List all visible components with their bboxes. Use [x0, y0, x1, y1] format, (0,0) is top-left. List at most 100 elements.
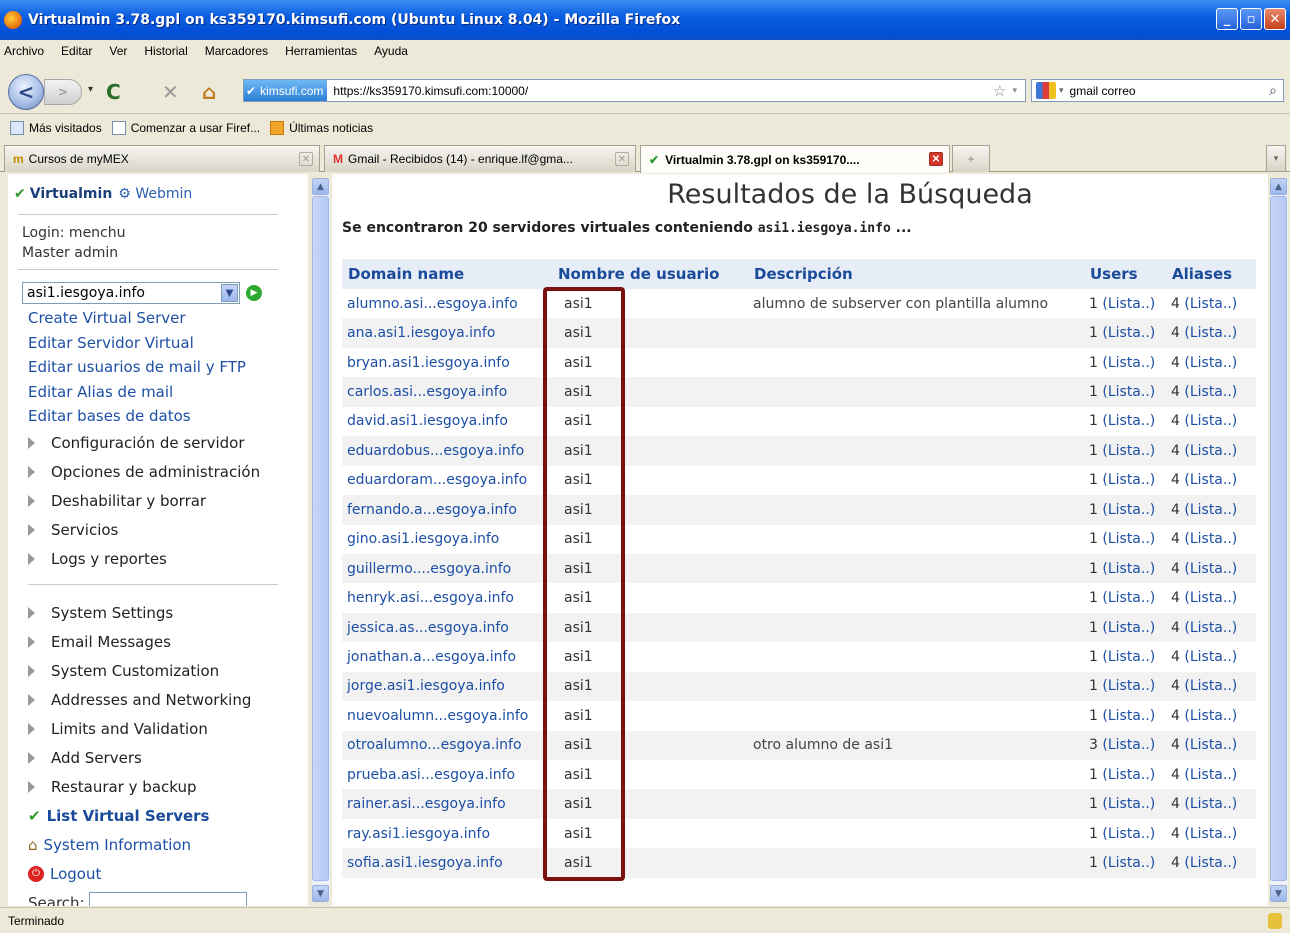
- users-lista-link[interactable]: (Lista..): [1102, 296, 1155, 312]
- go-icon[interactable]: ▶: [246, 285, 262, 301]
- domain-select[interactable]: asi1.iesgoya.info ▼: [22, 282, 240, 304]
- magnifier-icon[interactable]: ⌕: [1269, 82, 1277, 99]
- users-lista-link[interactable]: (Lista..): [1102, 737, 1155, 753]
- domain-link[interactable]: alumno.asi...esgoya.info: [342, 289, 552, 318]
- users-lista-link[interactable]: (Lista..): [1102, 531, 1155, 547]
- tab-virtualmin[interactable]: ✔ Virtualmin 3.78.gpl on ks359170.... ✕: [640, 145, 950, 173]
- list-all-tabs-button[interactable]: ▾: [1266, 145, 1286, 172]
- header-users[interactable]: Users: [1084, 259, 1166, 289]
- aliases-lista-link[interactable]: (Lista..): [1184, 296, 1237, 312]
- aliases-lista-link[interactable]: (Lista..): [1184, 355, 1237, 371]
- aliases-lista-link[interactable]: (Lista..): [1184, 443, 1237, 459]
- tab-close-icon[interactable]: ✕: [929, 152, 943, 166]
- header-description[interactable]: Descripción: [748, 259, 1084, 289]
- aliases-lista-link[interactable]: (Lista..): [1184, 531, 1237, 547]
- domain-link[interactable]: sofia.asi1.iesgoya.info: [342, 848, 552, 878]
- aliases-lista-link[interactable]: (Lista..): [1184, 561, 1237, 577]
- search-engine-dropdown-icon[interactable]: ▾: [1059, 85, 1064, 96]
- tab-gmail[interactable]: M Gmail - Recibidos (14) - enrique.lf@gm…: [324, 145, 636, 172]
- aliases-lista-link[interactable]: (Lista..): [1184, 649, 1237, 665]
- domain-link[interactable]: jessica.as...esgoya.info: [342, 612, 552, 643]
- users-lista-link[interactable]: (Lista..): [1102, 678, 1155, 694]
- domain-link[interactable]: henryk.asi...esgoya.info: [342, 583, 552, 612]
- link-editar-servidor-virtual[interactable]: Editar Servidor Virtual: [28, 331, 308, 356]
- aliases-lista-link[interactable]: (Lista..): [1184, 767, 1237, 783]
- url-bar[interactable]: ✔ kimsufi.com https://ks359170.kimsufi.co…: [243, 79, 1026, 102]
- bookmark-comenzar[interactable]: Comenzar a usar Firef...: [111, 120, 260, 135]
- aliases-lista-link[interactable]: (Lista..): [1184, 737, 1237, 753]
- back-button[interactable]: <: [8, 74, 44, 110]
- menu-marcadores[interactable]: Marcadores: [205, 44, 268, 58]
- category-email-messages[interactable]: Email Messages: [28, 628, 308, 657]
- link-system-information[interactable]: ⌂ System Information: [28, 831, 308, 860]
- category-servicios[interactable]: Servicios: [28, 516, 308, 545]
- category-system-settings[interactable]: System Settings: [28, 599, 308, 628]
- users-lista-link[interactable]: (Lista..): [1102, 355, 1155, 371]
- users-lista-link[interactable]: (Lista..): [1102, 384, 1155, 400]
- tab-close-icon[interactable]: ✕: [615, 152, 629, 166]
- domain-link[interactable]: guillermo....esgoya.info: [342, 553, 552, 584]
- menu-editar[interactable]: Editar: [61, 44, 92, 58]
- domain-link[interactable]: eduardoram...esgoya.info: [342, 466, 552, 495]
- menu-historial[interactable]: Historial: [144, 44, 187, 58]
- scroll-up-icon[interactable]: ▲: [1270, 178, 1287, 195]
- link-editar-usuarios[interactable]: Editar usuarios de mail y FTP: [28, 355, 308, 380]
- virtualmin-tab[interactable]: Virtualmin: [30, 186, 113, 202]
- webmin-tab[interactable]: ⚙ Webmin: [118, 186, 192, 202]
- domain-link[interactable]: prueba.asi...esgoya.info: [342, 760, 552, 789]
- left-frame-scrollbar[interactable]: ▲ ▼: [312, 178, 330, 902]
- lock-icon[interactable]: [1268, 913, 1282, 929]
- history-dropdown-icon[interactable]: ▾: [88, 84, 93, 95]
- sidebar-search-input[interactable]: [88, 892, 247, 906]
- header-user[interactable]: Nombre de usuario: [552, 259, 748, 289]
- category-deshabilitar[interactable]: Deshabilitar y borrar: [28, 487, 308, 516]
- domain-link[interactable]: rainer.asi...esgoya.info: [342, 789, 552, 819]
- menu-herramientas[interactable]: Herramientas: [285, 44, 357, 58]
- link-logout[interactable]: ⏻ Logout: [28, 860, 308, 889]
- category-restaurar-backup[interactable]: Restaurar y backup: [28, 773, 308, 802]
- scroll-down-icon[interactable]: ▼: [1270, 885, 1287, 902]
- bookmark-mas-visitados[interactable]: Más visitados: [10, 120, 102, 135]
- category-add-servers[interactable]: Add Servers: [28, 744, 308, 773]
- users-lista-link[interactable]: (Lista..): [1102, 413, 1155, 429]
- search-bar[interactable]: ▾ gmail correo ⌕: [1031, 79, 1284, 102]
- aliases-lista-link[interactable]: (Lista..): [1184, 472, 1237, 488]
- aliases-lista-link[interactable]: (Lista..): [1184, 855, 1237, 871]
- domain-link[interactable]: ana.asi1.iesgoya.info: [342, 318, 552, 348]
- link-list-virtual-servers[interactable]: ✔ List Virtual Servers: [28, 802, 308, 831]
- users-lista-link[interactable]: (Lista..): [1102, 826, 1155, 842]
- link-create-virtual-server[interactable]: Create Virtual Server: [28, 306, 308, 331]
- aliases-lista-link[interactable]: (Lista..): [1184, 620, 1237, 636]
- aliases-lista-link[interactable]: (Lista..): [1184, 826, 1237, 842]
- bookmark-star-icon[interactable]: ☆: [993, 82, 1006, 100]
- aliases-lista-link[interactable]: (Lista..): [1184, 678, 1237, 694]
- users-lista-link[interactable]: (Lista..): [1102, 855, 1155, 871]
- header-aliases[interactable]: Aliases: [1166, 259, 1256, 289]
- url-dropdown-icon[interactable]: ▾: [1012, 86, 1017, 96]
- category-addresses-networking[interactable]: Addresses and Networking: [28, 686, 308, 715]
- scrollbar-thumb[interactable]: [1270, 196, 1287, 881]
- forward-button[interactable]: >: [44, 79, 82, 105]
- users-lista-link[interactable]: (Lista..): [1102, 502, 1155, 518]
- aliases-lista-link[interactable]: (Lista..): [1184, 384, 1237, 400]
- domain-link[interactable]: ray.asi1.iesgoya.info: [342, 819, 552, 848]
- category-opciones[interactable]: Opciones de administración: [28, 458, 308, 487]
- menu-archivo[interactable]: Archivo: [4, 44, 44, 58]
- site-identity-button[interactable]: ✔ kimsufi.com: [244, 80, 328, 101]
- scroll-up-icon[interactable]: ▲: [312, 178, 329, 195]
- aliases-lista-link[interactable]: (Lista..): [1184, 502, 1237, 518]
- aliases-lista-link[interactable]: (Lista..): [1184, 590, 1237, 606]
- domain-link[interactable]: otroalumno...esgoya.info: [342, 730, 552, 760]
- close-window-button[interactable]: ✕: [1264, 8, 1286, 30]
- domain-link[interactable]: nuevoalumn...esgoya.info: [342, 701, 552, 730]
- users-lista-link[interactable]: (Lista..): [1102, 620, 1155, 636]
- users-lista-link[interactable]: (Lista..): [1102, 443, 1155, 459]
- users-lista-link[interactable]: (Lista..): [1102, 590, 1155, 606]
- minimize-button[interactable]: _: [1216, 8, 1238, 30]
- domain-link[interactable]: david.asi1.iesgoya.info: [342, 407, 552, 436]
- users-lista-link[interactable]: (Lista..): [1102, 472, 1155, 488]
- category-system-customization[interactable]: System Customization: [28, 657, 308, 686]
- menu-ver[interactable]: Ver: [109, 44, 127, 58]
- aliases-lista-link[interactable]: (Lista..): [1184, 325, 1237, 341]
- category-configuracion[interactable]: Configuración de servidor: [28, 429, 308, 458]
